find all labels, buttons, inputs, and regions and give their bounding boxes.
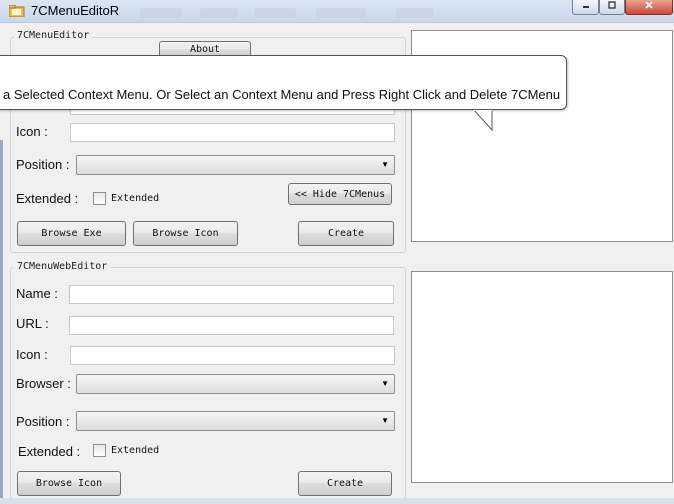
web-name-field[interactable] [69, 285, 394, 304]
web-url-field[interactable] [69, 316, 394, 335]
exe-position-select[interactable]: ▼ [76, 155, 395, 175]
blurred-taskbar-item [200, 8, 238, 18]
maximize-button[interactable] [599, 0, 625, 15]
chevron-down-icon: ▼ [381, 416, 389, 425]
minimize-icon [582, 6, 589, 8]
web-position-label: Position : [16, 414, 70, 429]
balloon-tooltip: a Selected Context Menu. Or Select an Co… [0, 55, 567, 110]
exe-extended-checkbox-label: Extended [111, 193, 160, 204]
window-title: 7CMenuEditoR [31, 3, 120, 18]
main-window: 7CMenuEditoR 7CMenuEditor About Icon : P… [0, 0, 674, 504]
exe-create-button[interactable]: Create [298, 221, 394, 246]
tooltip-tail-icon [474, 110, 493, 132]
web-create-button[interactable]: Create [298, 471, 392, 496]
blurred-taskbar-item [254, 8, 296, 18]
web-menu-preview-panel[interactable] [411, 271, 673, 483]
checkbox-box[interactable] [93, 444, 106, 457]
web-editor-group-title: 7CMenuWebEditor [14, 261, 111, 272]
maximize-icon [608, 1, 616, 9]
chevron-down-icon: ▼ [381, 160, 389, 169]
close-icon [645, 1, 653, 9]
web-browser-select[interactable]: ▼ [76, 374, 395, 394]
web-position-select[interactable]: ▼ [76, 411, 395, 431]
hide-7cmenus-button[interactable]: << Hide 7CMenus [288, 183, 392, 205]
web-browse-icon-button[interactable]: Browse Icon [17, 471, 121, 496]
web-browser-label: Browser : [16, 376, 71, 391]
close-button[interactable] [625, 0, 673, 15]
web-url-label: URL : [16, 316, 49, 331]
blurred-taskbar-item [140, 8, 182, 18]
exe-browse-icon-button[interactable]: Browse Icon [133, 221, 238, 246]
web-extended-checkbox-label: Extended [111, 445, 160, 456]
exe-editor-group-title: 7CMenuEditor [14, 30, 93, 41]
blurred-taskbar-item [316, 8, 366, 18]
exe-extended-label: Extended : [16, 191, 79, 206]
blurred-taskbar-item [396, 8, 434, 18]
web-extended-label: Extended : [18, 444, 81, 459]
web-icon-field[interactable] [70, 346, 395, 365]
app-folder-icon [9, 5, 25, 17]
exe-extended-checkbox[interactable]: Extended [93, 192, 159, 205]
minimize-button[interactable] [572, 0, 599, 15]
browse-exe-button[interactable]: Browse Exe [17, 221, 126, 246]
left-window-edge [0, 140, 3, 498]
status-bar [0, 498, 674, 504]
exe-icon-field[interactable] [70, 123, 395, 142]
web-extended-checkbox[interactable]: Extended [93, 444, 159, 457]
tooltip-text: a Selected Context Menu. Or Select an Co… [3, 87, 561, 102]
exe-position-label: Position : [16, 157, 70, 172]
exe-icon-label: Icon : [16, 124, 48, 139]
title-bar[interactable]: 7CMenuEditoR [0, 0, 674, 23]
chevron-down-icon: ▼ [381, 379, 389, 388]
web-name-label: Name : [16, 286, 58, 301]
checkbox-box[interactable] [93, 192, 106, 205]
web-icon-label: Icon : [16, 347, 48, 362]
